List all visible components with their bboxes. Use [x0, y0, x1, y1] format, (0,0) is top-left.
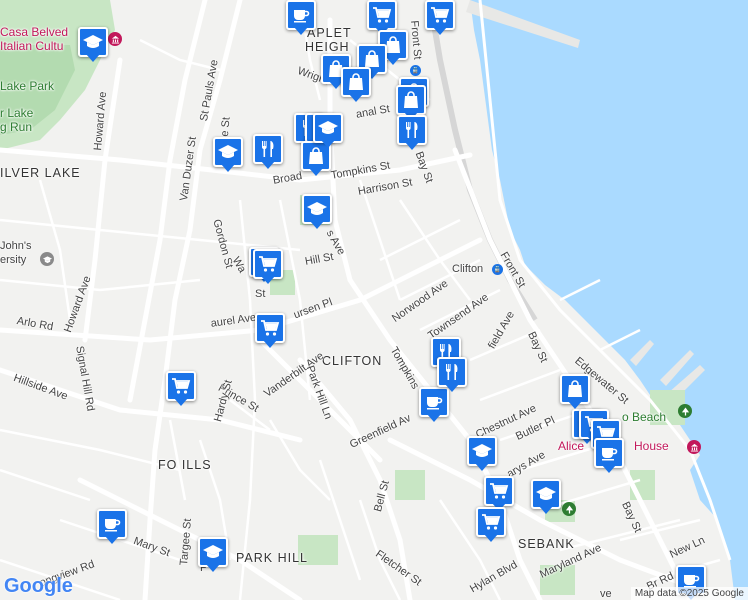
bag-icon	[396, 85, 426, 115]
coffee-icon	[594, 438, 624, 468]
fork-knife-icon	[437, 357, 467, 387]
pin-pointer	[405, 142, 419, 150]
poi-label-alice-house[interactable]: House	[634, 439, 669, 453]
map-pin-school[interactable]	[213, 137, 243, 173]
tree-icon[interactable]	[678, 404, 692, 418]
pin-pointer	[386, 57, 400, 65]
poi-label-casa-belvedere[interactable]: Casa Belved	[0, 25, 68, 39]
poi-label-st-johns[interactable]: John's	[0, 240, 31, 252]
park-label-beach[interactable]: o Beach	[622, 410, 666, 424]
map-pin-cafe[interactable]	[594, 438, 624, 474]
museum-icon[interactable]	[687, 440, 701, 454]
pin-pointer	[261, 161, 275, 169]
pin-pointer	[206, 564, 220, 572]
transit-label-clifton[interactable]: Clifton	[452, 263, 483, 275]
train-icon[interactable]: 🚆	[410, 65, 421, 76]
map-pin-school[interactable]	[313, 113, 343, 149]
cart-icon	[367, 0, 397, 30]
pin-pointer	[427, 414, 441, 422]
university-icon[interactable]	[40, 252, 54, 266]
map-pin-school[interactable]	[467, 436, 497, 472]
pin-pointer	[174, 398, 188, 406]
map-pin-school[interactable]	[78, 27, 108, 63]
street-label-ave-bottom: ve	[600, 588, 612, 600]
cart-icon	[484, 476, 514, 506]
map-pin-restaurant[interactable]	[253, 134, 283, 170]
map-pin-store[interactable]	[341, 67, 371, 103]
school-icon	[313, 113, 343, 143]
pin-pointer	[294, 27, 308, 35]
pin-pointer	[433, 27, 447, 35]
map-pin-grocery[interactable]	[425, 0, 455, 36]
cart-icon	[476, 507, 506, 537]
map-pin-grocery[interactable]	[253, 249, 283, 285]
bag-icon	[341, 67, 371, 97]
map-pin-school[interactable]	[198, 537, 228, 573]
bag-icon	[560, 374, 590, 404]
map-pin-cafe[interactable]	[286, 0, 316, 36]
cart-icon	[425, 0, 455, 30]
map-canvas[interactable]: ILVER LAKE CLIFTON FO ILLS PARK HILL SEB…	[0, 0, 748, 600]
school-icon	[531, 479, 561, 509]
google-logo: Google	[4, 575, 73, 598]
park-label-r-lake: r Lake	[0, 106, 34, 120]
pin-pointer	[602, 465, 616, 473]
school-icon	[78, 27, 108, 57]
poi-label-italian-culture[interactable]: Italian Cultu	[0, 39, 63, 53]
map-pin-store[interactable]	[560, 374, 590, 410]
pin-pointer	[484, 534, 498, 542]
pin-pointer	[445, 384, 459, 392]
pin-pointer	[475, 463, 489, 471]
cart-icon	[255, 313, 285, 343]
google-logo-text: Google	[4, 575, 73, 597]
park-label-run: g Run	[0, 120, 33, 134]
map-pin-school[interactable]	[531, 479, 561, 515]
coffee-icon	[97, 509, 127, 539]
area-label-clifton: CLIFTON	[322, 354, 383, 368]
area-label-rosebank: SEBANK	[518, 537, 575, 551]
map-pin-grocery[interactable]	[255, 313, 285, 349]
pin-pointer	[309, 168, 323, 176]
cart-icon	[166, 371, 196, 401]
pin-pointer	[221, 164, 235, 172]
coffee-icon	[286, 0, 316, 30]
pin-pointer	[539, 506, 553, 514]
fork-knife-icon	[253, 134, 283, 164]
area-label-heights: HEIGH	[305, 40, 350, 54]
map-pin-cafe[interactable]	[97, 509, 127, 545]
tree-icon[interactable]	[562, 502, 576, 516]
map-pin-restaurant[interactable]	[437, 357, 467, 393]
map-pin-grocery[interactable]	[166, 371, 196, 407]
pin-pointer	[568, 401, 582, 409]
pin-pointer	[86, 54, 100, 62]
pin-pointer	[310, 221, 324, 229]
pin-pointer	[105, 536, 119, 544]
cart-icon	[253, 249, 283, 279]
map-pin-school[interactable]	[302, 194, 332, 230]
map-pin-restaurant[interactable]	[397, 115, 427, 151]
map-pin-grocery[interactable]	[476, 507, 506, 543]
pin-pointer	[321, 140, 335, 148]
fork-knife-icon	[397, 115, 427, 145]
area-label-park-hill: PARK HILL	[236, 551, 308, 565]
map-attribution[interactable]: Map data ©2025 Google	[630, 587, 748, 600]
school-icon	[198, 537, 228, 567]
pin-pointer	[261, 276, 275, 284]
street-label-st-small: St	[255, 288, 266, 300]
museum-icon[interactable]	[108, 32, 122, 46]
park-label-lake-park[interactable]: Lake Park	[0, 79, 54, 93]
school-icon	[213, 137, 243, 167]
school-icon	[302, 194, 332, 224]
poi-label-university[interactable]: ersity	[0, 254, 26, 266]
school-icon	[467, 436, 497, 466]
pin-pointer	[263, 340, 277, 348]
area-label-fox-hills: FO ILLS	[158, 458, 212, 472]
train-icon[interactable]: 🚆	[492, 264, 503, 275]
pin-pointer	[349, 94, 363, 102]
area-label-silver-lake: ILVER LAKE	[0, 166, 81, 180]
